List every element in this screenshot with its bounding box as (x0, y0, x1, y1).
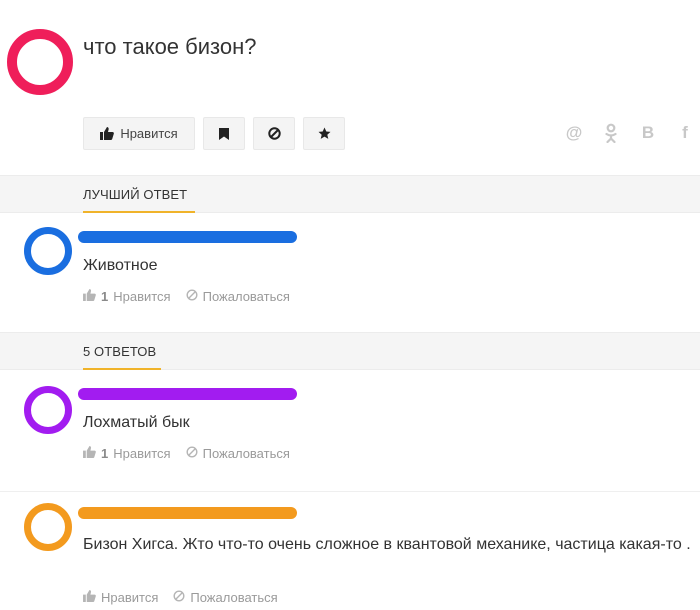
best-answer-header: ЛУЧШИЙ ОТВЕТ (0, 175, 700, 213)
answer-text: Бизон Хигса. Жто что-то очень сложное в … (83, 536, 691, 553)
answer-author-name[interactable] (78, 388, 297, 400)
star-icon (318, 127, 331, 140)
answers-header: 5 ОТВЕТОВ (0, 332, 700, 370)
share-bar: @ B f (564, 122, 695, 144)
answer-item: Бизон Хигса. Жто что-то очень сложное в … (0, 492, 700, 610)
answer-meta: 1 Нравится Пожаловаться (83, 289, 290, 304)
answer-text: Животное (83, 257, 158, 274)
answer-report-button[interactable]: Пожаловаться (173, 590, 278, 605)
question-title: что такое бизон? (83, 34, 257, 59)
answer-like-button[interactable]: Нравится (83, 590, 158, 605)
answer-item: Лохматый бык 1 Нравится Пожаловаться (0, 371, 700, 491)
odnoklassniki-icon[interactable] (601, 122, 621, 144)
answer-author-name[interactable] (78, 231, 297, 243)
answer-author-avatar[interactable] (24, 503, 72, 551)
thumbs-up-icon (100, 127, 115, 140)
answer-like-button[interactable]: 1 Нравится (83, 289, 171, 304)
answer-report-label: Пожаловаться (190, 590, 278, 605)
answer-author-name[interactable] (78, 507, 297, 519)
answer-like-count: 1 (101, 446, 109, 461)
answer-report-label: Пожаловаться (202, 289, 290, 304)
facebook-icon[interactable]: f (675, 122, 695, 144)
like-button-label: Нравится (120, 126, 178, 141)
answers-count-label: 5 ОТВЕТОВ (83, 344, 157, 359)
favorite-button[interactable] (303, 117, 345, 150)
bookmark-icon (219, 127, 229, 140)
answer-text: Лохматый бык (83, 414, 190, 431)
block-icon (186, 446, 198, 461)
answer-like-label: Нравится (101, 590, 159, 605)
block-icon (186, 289, 198, 304)
block-icon (267, 127, 281, 140)
answer-like-button[interactable]: 1 Нравится (83, 446, 171, 461)
best-answer-underline (83, 211, 195, 213)
answer-like-label: Нравится (113, 446, 171, 461)
answer-report-button[interactable]: Пожаловаться (186, 446, 290, 461)
block-button[interactable] (253, 117, 295, 150)
answer-author-avatar[interactable] (24, 227, 72, 275)
answer-meta: Нравится Пожаловаться (83, 590, 278, 605)
block-icon (173, 590, 185, 605)
answer-like-count: 1 (101, 289, 109, 304)
answers-underline (83, 368, 161, 370)
thumbs-up-icon (83, 446, 96, 461)
best-answer-item: Животное 1 Нравится Пожаловаться (0, 214, 700, 332)
answer-report-label: Пожаловаться (202, 446, 290, 461)
question-author-avatar[interactable] (7, 29, 73, 95)
like-button[interactable]: Нравится (83, 117, 195, 150)
answer-report-button[interactable]: Пожаловаться (186, 289, 290, 304)
answer-author-avatar[interactable] (24, 386, 72, 434)
answer-like-label: Нравится (113, 289, 171, 304)
question-actions: Нравится (83, 117, 345, 150)
vk-icon[interactable]: B (638, 122, 658, 144)
at-icon[interactable]: @ (564, 122, 584, 144)
thumbs-up-icon (83, 590, 96, 605)
answer-meta: 1 Нравится Пожаловаться (83, 446, 290, 461)
best-answer-label: ЛУЧШИЙ ОТВЕТ (83, 187, 188, 202)
thumbs-up-icon (83, 289, 96, 304)
bookmark-button[interactable] (203, 117, 245, 150)
